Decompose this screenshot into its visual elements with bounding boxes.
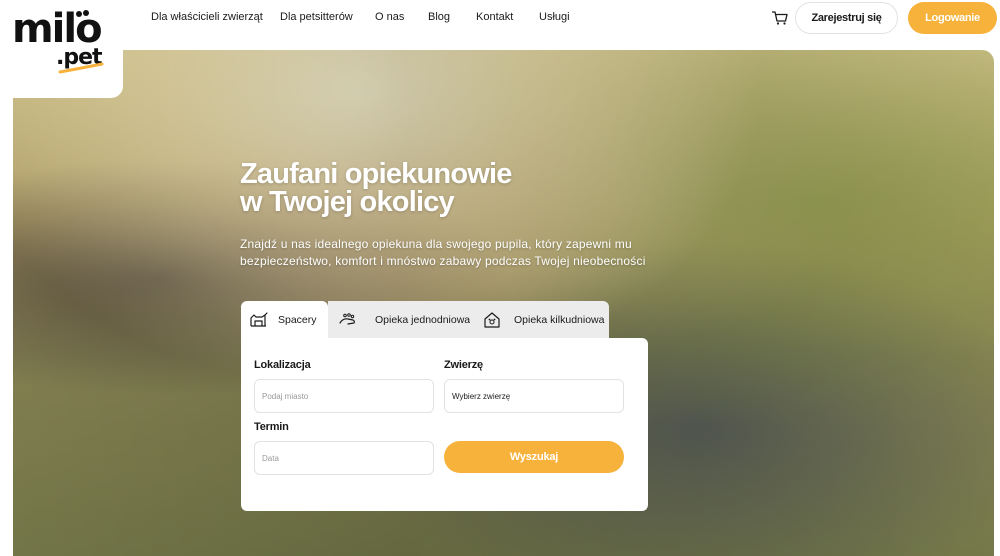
location-label: Lokalizacja xyxy=(254,359,311,371)
search-button[interactable]: Wyszukaj xyxy=(444,441,624,473)
nav-link-about[interactable]: O nas xyxy=(375,11,404,23)
nav-link-pet-owners[interactable]: Dla właścicieli zwierząt xyxy=(151,11,263,23)
tab-multi-day-care-label: Opieka kilkudniowa xyxy=(514,314,605,326)
hero-title-line-1: Zaufani opiekunowie xyxy=(240,158,512,190)
hero-description: Znajdź u nas idealnego opiekuna dla swoj… xyxy=(240,236,646,270)
cart-icon[interactable] xyxy=(772,11,788,25)
animal-select-value: Wybierz zwierzę xyxy=(452,391,511,401)
nav-link-blog[interactable]: Blog xyxy=(428,11,450,23)
register-button[interactable]: Zarejestruj się xyxy=(795,2,898,34)
hero-title-line-2: w Twojej okolicy xyxy=(240,186,455,218)
login-button[interactable]: Logowanie xyxy=(908,2,997,34)
nav-link-petsitters[interactable]: Dla petsitterów xyxy=(280,11,353,23)
tab-day-care[interactable]: Opieka jednodniowa xyxy=(328,301,470,339)
service-tabs: Spacery Opieka jednodniowa Opieka kilkud… xyxy=(241,301,609,339)
search-panel: Lokalizacja Zwierzę Wybierz zwierzę Term… xyxy=(241,338,648,511)
hero-description-line-2: bezpieczeństwo, komfort i mnóstwo zabawy… xyxy=(240,254,646,268)
tab-multi-day-care[interactable]: Opieka kilkudniowa xyxy=(470,301,609,339)
tab-walks-label: Spacery xyxy=(278,314,317,326)
tab-day-care-label: Opieka jednodniowa xyxy=(375,314,471,326)
hero-title: Zaufani opiekunowie w Twojej okolicy xyxy=(240,158,570,218)
tab-walks[interactable]: Spacery xyxy=(241,301,328,339)
main-navigation: Dla właścicieli zwierząt Dla petsitterów… xyxy=(0,0,1000,34)
location-input[interactable] xyxy=(254,379,434,413)
dog-walk-icon xyxy=(250,312,268,328)
paw-hand-icon xyxy=(339,312,357,328)
nav-link-contact[interactable]: Kontakt xyxy=(476,11,513,23)
date-input[interactable] xyxy=(254,441,434,475)
hero-description-line-1: Znajdź u nas idealnego opiekuna dla swoj… xyxy=(240,237,632,251)
animal-label: Zwierzę xyxy=(444,359,483,371)
nav-link-services[interactable]: Usługi xyxy=(539,11,570,23)
date-label: Termin xyxy=(254,421,289,433)
pet-house-icon xyxy=(483,312,501,328)
animal-select[interactable]: Wybierz zwierzę xyxy=(444,379,624,413)
